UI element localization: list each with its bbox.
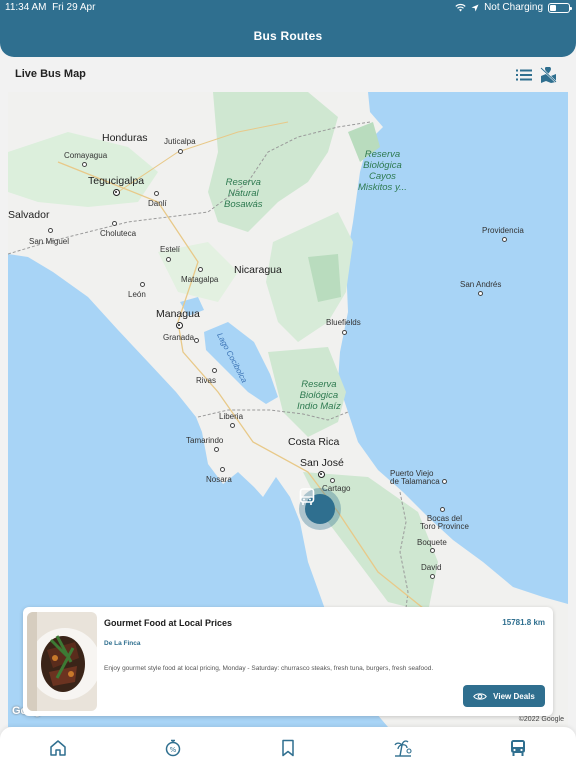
map-city-dot — [478, 291, 483, 296]
charging-status: Not Charging — [484, 2, 543, 13]
view-deals-button[interactable]: View Deals — [463, 685, 545, 707]
map-city-dot — [82, 162, 87, 167]
home-icon[interactable] — [47, 737, 69, 759]
map-label-rivas: Rivas — [196, 376, 217, 385]
view-deals-label: View Deals — [493, 691, 535, 701]
page-title: Bus Routes — [253, 29, 323, 43]
map-label-nicaragua: Nicaragua — [234, 264, 282, 276]
status-time: 11:34 AM Fri 29 Apr — [5, 2, 96, 13]
map-label-esteli: Estelí — [160, 245, 181, 254]
map-city-dot — [194, 338, 199, 343]
map-label-reserve-miskitos: Reserva Biológica Cayos Miskitos y... — [358, 149, 407, 193]
map-section-header: Live Bus Map — [0, 62, 576, 88]
bus-icon[interactable] — [507, 737, 529, 759]
status-bar: 11:34 AM Fri 29 Apr Not Charging — [0, 0, 576, 16]
map-city-dot — [48, 228, 53, 233]
map-label-david: David — [421, 563, 442, 572]
map-capital-marker — [318, 471, 325, 478]
app-header: 11:34 AM Fri 29 Apr Not Charging Bus Rou… — [0, 0, 576, 57]
deal-card[interactable]: Gourmet Food at Local Prices 15781.8 km … — [23, 607, 553, 716]
bus-location-marker[interactable] — [299, 488, 341, 530]
map-city-dot — [440, 507, 445, 512]
map-label-bocas: Bocas del Toro Province — [420, 514, 469, 531]
map-label-san-miguel: San Miguel — [29, 237, 70, 246]
map-label-juticalpa: Juticalpa — [164, 137, 196, 146]
map-city-dot — [198, 267, 203, 272]
map-city-dot — [154, 191, 159, 196]
map-label-costa-rica: Costa Rica — [288, 436, 340, 448]
map-city-dot — [178, 149, 183, 154]
map-label-leon: León — [128, 290, 146, 299]
map-label-boquete: Boquete — [417, 538, 447, 547]
map-label-comayagua: Comayagua — [64, 151, 108, 160]
deal-vendor[interactable]: De La Finca — [104, 640, 140, 647]
deal-image — [27, 612, 97, 711]
map-city-dot — [330, 478, 335, 483]
eye-icon — [473, 692, 488, 700]
map-capital-marker — [113, 189, 120, 196]
list-icon[interactable] — [515, 66, 533, 84]
bottom-tab-bar: % — [0, 727, 576, 768]
battery-icon — [548, 2, 572, 13]
map-label-reserve-indio: Reserva Biológica Indio Maíz — [297, 379, 341, 412]
map-label-san-jose: San José — [300, 457, 344, 469]
status-right: Not Charging — [455, 2, 572, 13]
map-toggle-icon[interactable] — [539, 66, 557, 84]
beach-icon[interactable] — [392, 737, 414, 759]
deal-description: Enjoy gourmet style food at local pricin… — [104, 665, 434, 672]
map-label-managua: Managua — [156, 308, 200, 320]
map-label-bluefields: Bluefields — [326, 318, 361, 327]
map-city-dot — [214, 447, 219, 452]
deal-title: Gourmet Food at Local Prices — [104, 618, 233, 628]
map-label-liberia: Liberia — [219, 412, 244, 421]
map-label-san-andres: San Andrés — [460, 280, 502, 289]
map-label-salvador: Salvador — [8, 209, 50, 221]
bookmark-icon[interactable] — [277, 737, 299, 759]
map-city-dot — [166, 257, 171, 262]
map-label-tegucigalpa: Tegucigalpa — [88, 175, 145, 187]
location-icon — [471, 4, 479, 11]
map-label-choluteca: Choluteca — [100, 229, 137, 238]
map-label-providencia: Providencia — [482, 226, 524, 235]
map-city-dot — [140, 282, 145, 287]
map-city-dot — [342, 330, 347, 335]
map-label-nosara: Nosara — [206, 475, 232, 484]
map-city-dot — [430, 548, 435, 553]
map-city-dot — [442, 479, 447, 484]
map-city-dot — [112, 221, 117, 226]
map-copyright: ©2022 Google — [518, 716, 564, 723]
map-label-puerto-viejo: Puerto Viejo de Talamanca — [390, 469, 440, 486]
map-label-reserve-bosawas: Reserva Natural Bosawás — [224, 177, 263, 210]
map-city-dot — [502, 237, 507, 242]
wifi-icon — [455, 3, 466, 12]
map-label-danli: Danlí — [148, 199, 167, 208]
map-city-dot — [230, 423, 235, 428]
deal-distance: 15781.8 km — [502, 618, 545, 627]
map-city-dot — [430, 574, 435, 579]
map-label-honduras: Honduras — [102, 132, 148, 144]
map-capital-marker — [176, 322, 183, 329]
map-label-granada: Granada — [163, 333, 195, 342]
map-label-tamarindo: Tamarindo — [186, 436, 224, 445]
map-label-matagalpa: Matagalpa — [181, 275, 219, 284]
svg-text:%: % — [170, 746, 177, 754]
bus-icon — [299, 488, 335, 524]
section-title: Live Bus Map — [15, 68, 86, 80]
map-city-dot — [220, 467, 225, 472]
map-city-dot — [212, 368, 217, 373]
discount-icon[interactable]: % — [162, 737, 184, 759]
